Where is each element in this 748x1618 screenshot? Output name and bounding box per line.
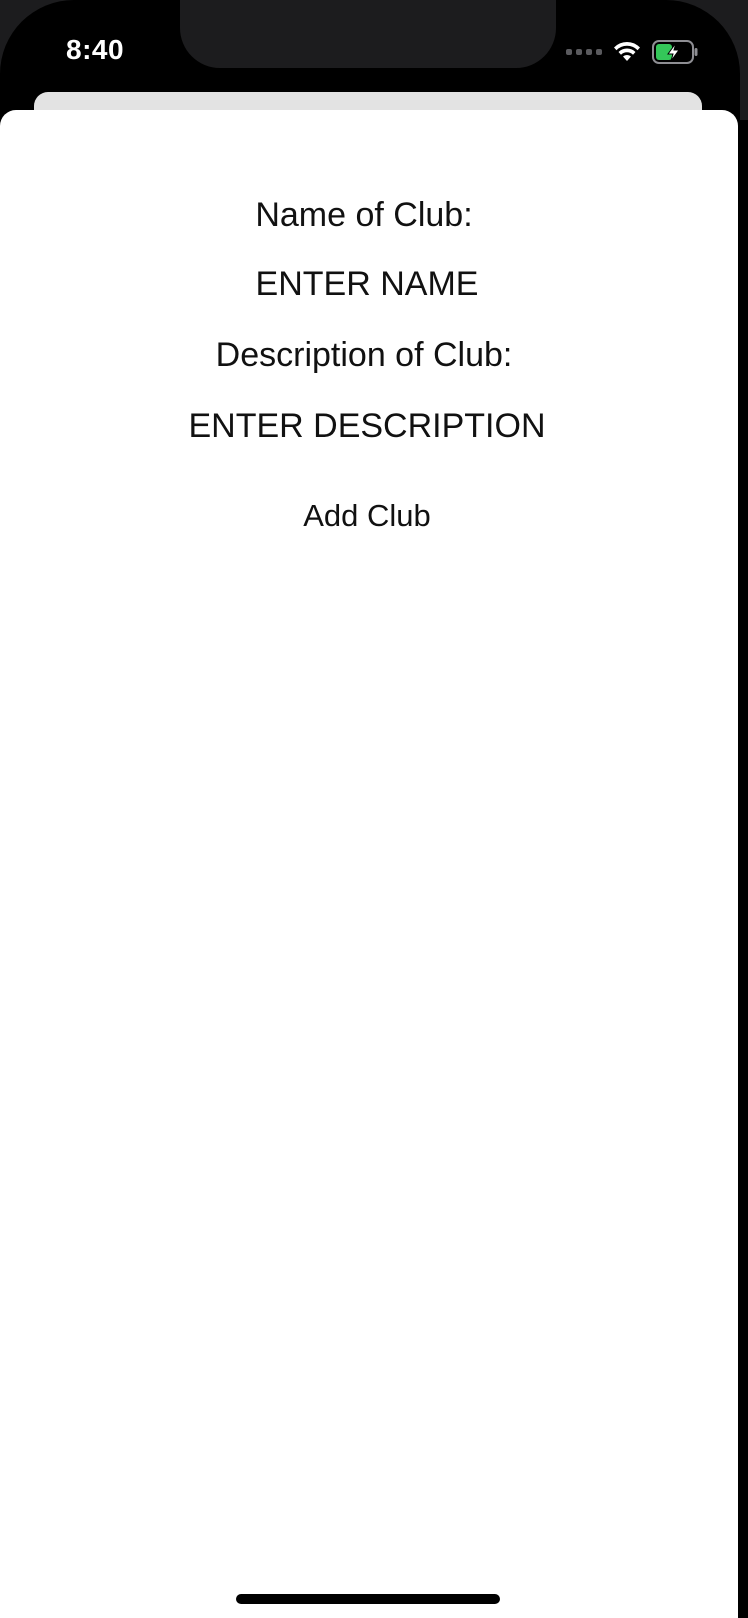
name-label: Name of Club: (255, 196, 473, 234)
phone-frame: 8:40 Name of Club: Description of Club: … (0, 0, 748, 1618)
status-time: 8:40 (66, 34, 125, 65)
cellular-signal-icon (566, 49, 602, 55)
home-indicator[interactable] (236, 1594, 500, 1604)
battery-charging-icon (652, 40, 698, 64)
description-label: Description of Club: (215, 336, 513, 374)
club-name-input[interactable] (0, 262, 734, 306)
status-icons (566, 40, 698, 64)
add-club-sheet: Name of Club: Description of Club: Add C… (0, 110, 738, 1618)
club-description-input[interactable] (0, 404, 734, 448)
add-club-button[interactable]: Add Club (0, 496, 734, 536)
notch (180, 0, 556, 68)
wifi-icon (614, 41, 640, 61)
